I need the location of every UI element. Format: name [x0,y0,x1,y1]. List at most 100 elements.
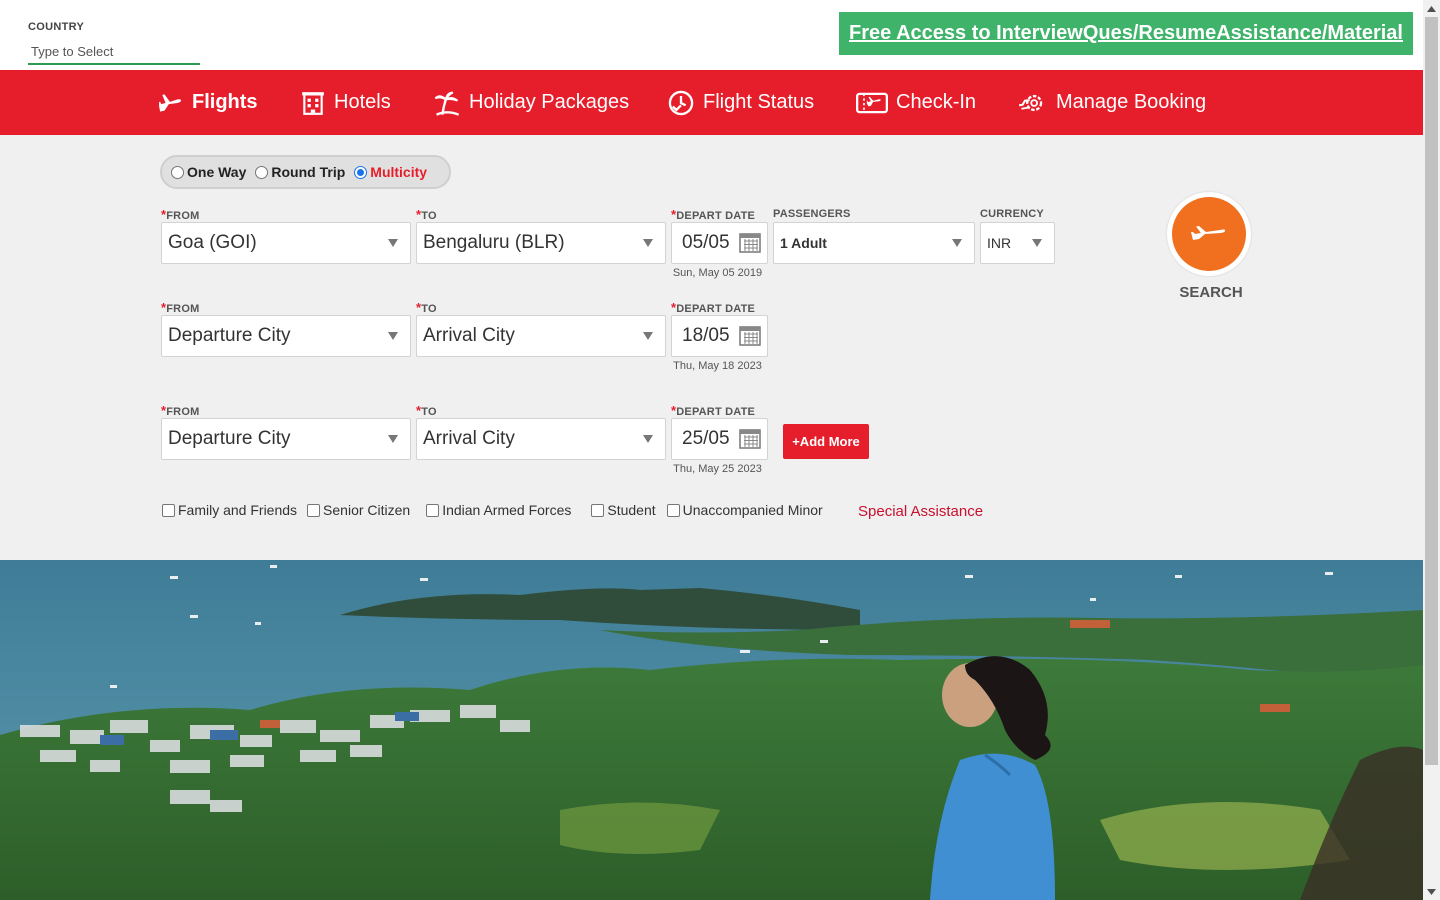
checkbox-senior-citizen[interactable]: Senior Citizen [307,502,410,518]
chevron-down-icon [388,332,398,340]
search-form: One Way Round Trip Multicity *FROM *TO *… [0,135,1423,560]
checkbox-label: Student [607,502,656,518]
checkbox-label: Unaccompanied Minor [682,502,823,518]
chevron-down-icon [1032,239,1042,247]
search-button[interactable] [1167,192,1251,276]
checkbox-unaccompanied-minor[interactable]: Unaccompanied Minor [666,502,823,518]
trip-option-round-trip[interactable]: Round Trip [255,164,345,180]
checkbox[interactable] [426,503,440,517]
from-label: *FROM [161,207,199,222]
nav-label: Flights [192,91,258,113]
add-more-button[interactable]: +Add More [783,424,869,459]
chevron-down-icon [388,435,398,443]
currency-select[interactable]: INR [980,222,1055,264]
clock-check-icon [668,90,694,115]
calendar-icon[interactable] [739,427,761,449]
radio-round-trip[interactable] [255,165,269,179]
depart-date-label-text: DEPART DATE [676,406,756,418]
scroll-down-arrow-icon[interactable] [1423,883,1440,900]
depart-date-label-text: DEPART DATE [676,210,756,222]
coastal-landscape-image [0,560,1423,900]
nav-item-check-in[interactable]: Check-In [856,70,976,135]
depart-date-label: *DEPART DATE [671,403,755,418]
from-label-text: FROM [166,406,200,418]
checkbox[interactable] [666,503,680,517]
hero-image [0,560,1423,900]
from-label-text: FROM [166,303,200,315]
nav-label: Holiday Packages [469,91,630,113]
to-select-1[interactable]: Bengaluru (BLR) [416,222,666,264]
nav-label: Hotels [334,91,391,113]
palm-tree-icon [434,91,460,116]
from-value: Departure City [168,428,291,449]
to-value: Arrival City [423,428,515,449]
search-label[interactable]: SEARCH [1167,284,1255,301]
to-label-text: TO [421,303,437,315]
checkbox[interactable] [162,503,175,517]
depart-date-label: *DEPART DATE [671,300,755,315]
nav-item-hotels[interactable]: Hotels [300,70,391,135]
currency-value: INR [987,235,1012,251]
to-select-2[interactable]: Arrival City [416,315,666,357]
currency-label: CURRENCY [980,208,1044,220]
nav-label: Flight Status [703,91,815,113]
calendar-icon[interactable] [739,231,761,253]
page-scrollbar[interactable] [1423,0,1440,900]
from-select-3[interactable]: Departure City [161,418,411,460]
to-label: *TO [416,403,437,418]
calendar-icon[interactable] [739,324,761,346]
depart-date-input-2[interactable]: 18/05 [671,315,768,357]
to-value: Bengaluru (BLR) [423,232,565,253]
special-fare-options: Family and Friends Senior Citizen Indian… [162,502,823,518]
from-value: Departure City [168,325,291,346]
from-select-1[interactable]: Goa (GOI) [161,222,411,264]
plane-icon [159,93,181,112]
checkbox[interactable] [591,503,605,517]
from-select-2[interactable]: Departure City [161,315,411,357]
trip-type-selector: One Way Round Trip Multicity [160,155,451,189]
chevron-down-icon [643,239,653,247]
date-full-3: Thu, May 25 2023 [673,463,762,475]
nav-item-holiday-packages[interactable]: Holiday Packages [433,70,629,135]
chevron-down-icon [643,332,653,340]
checkbox-student[interactable]: Student [591,502,656,518]
trip-option-multicity[interactable]: Multicity [354,164,427,180]
from-value: Goa (GOI) [168,232,257,253]
depart-date-label: *DEPART DATE [671,207,755,222]
checkbox[interactable] [307,503,321,517]
from-label: *FROM [161,403,199,418]
depart-date-input-3[interactable]: 25/05 [671,418,768,460]
plane-icon [1191,226,1226,240]
trip-option-one-way[interactable]: One Way [171,164,246,180]
nav-item-flight-status[interactable]: Flight Status [667,70,814,135]
date-full-1: Sun, May 05 2019 [672,267,763,279]
nav-item-manage-booking[interactable]: Manage Booking [1018,70,1206,135]
radio-one-way[interactable] [171,165,184,179]
promo-link[interactable]: Free Access to InterviewQues/ResumeAssis… [839,12,1413,55]
scroll-thumb[interactable] [1425,17,1438,765]
main-nav: Flights Hotels Holiday Packages Flight S… [0,70,1423,135]
ticket-plane-icon [856,92,888,113]
nav-item-flights[interactable]: Flights [158,70,258,135]
country-input[interactable] [28,40,200,65]
search-button-circle[interactable] [1172,197,1246,271]
chevron-down-icon [952,239,962,247]
passengers-select[interactable]: 1 Adult [773,222,975,264]
to-label-text: TO [421,406,437,418]
to-select-3[interactable]: Arrival City [416,418,666,460]
radio-multicity[interactable] [354,165,368,179]
scroll-up-arrow-icon[interactable] [1423,0,1440,17]
checkbox-label: Indian Armed Forces [442,502,572,518]
date-value: 05/05 [682,232,730,253]
nav-label: Check-In [896,91,977,113]
depart-date-input-1[interactable]: 05/05 [671,222,768,264]
to-label: *TO [416,207,437,222]
checkbox-armed-forces[interactable]: Indian Armed Forces [426,502,571,518]
hotel-building-icon [302,91,324,115]
trip-option-label: One Way [187,164,247,180]
from-label: *FROM [161,300,199,315]
chevron-down-icon [388,239,398,247]
checkbox-family-friends[interactable]: Family and Friends [162,502,297,518]
special-assistance-link[interactable]: Special Assistance [858,503,983,520]
date-full-2: Thu, May 18 2023 [673,360,762,372]
